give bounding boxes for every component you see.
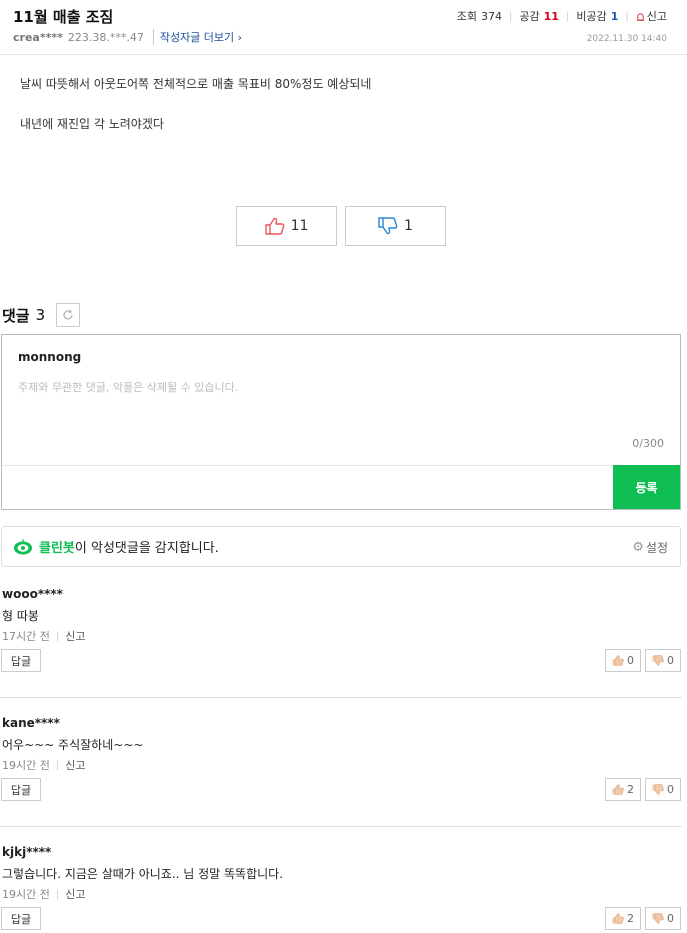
comment-input[interactable]: 주제와 무관한 댓글, 악플은 삭제될 수 있습니다. [18,379,238,395]
upvote-count: 11 [290,218,309,234]
post-header: 11월 매출 조짐 조회 374 | 공감 11 | 비공감 1 | 신고 cr… [0,0,687,55]
comment-write-box[interactable]: monnong 주제와 무관한 댓글, 악플은 삭제될 수 있습니다. 0/30… [1,334,681,510]
report-button[interactable]: 신고 [636,8,667,24]
comment-downvote-button[interactable]: 0 [645,778,681,801]
comment-upvote-count: 2 [627,912,634,925]
thumb-down-icon [652,655,664,666]
comment-nick: kane**** [2,716,60,730]
thumb-down-icon [652,784,664,795]
comment-time: 17시간 전 [2,630,50,643]
dislikes-label: 비공감 [576,10,607,23]
thumb-up-icon [264,217,284,235]
report-label: 신고 [646,10,667,23]
comment-downvote-count: 0 [667,912,674,925]
upvote-button[interactable]: 11 [236,206,337,246]
comment-text: 어우~~~ 주식잘하네~~~ [2,738,144,752]
settings-button[interactable]: ⚙ 설정 [632,539,668,556]
comment-downvote-button[interactable]: 0 [645,907,681,930]
comment-nick: wooo**** [2,587,63,601]
comment-upvote-button[interactable]: 2 [605,907,641,930]
comment-downvote-count: 0 [667,783,674,796]
comment-label: 댓글 [2,306,30,325]
reply-button[interactable]: 답글 [1,907,41,930]
comment-nick: kjkj**** [2,845,52,859]
likes-label: 공감 [519,10,540,23]
comment-upvote-button[interactable]: 0 [605,649,641,672]
settings-label: 설정 [645,541,668,555]
thumb-up-icon [612,913,624,924]
comment-meta: 17시간 전 | 신고 [2,628,86,644]
comment-downvote-button[interactable]: 0 [645,649,681,672]
siren-icon [636,12,644,21]
thumb-up-icon [612,655,624,666]
downvote-button[interactable]: 1 [345,206,446,246]
post-author: crea**** 223.38.***.47 작성자글 더보기 › [13,29,242,45]
cleanbot-desc: 이 악성댓글을 감지합니다. [74,541,219,556]
refresh-button[interactable] [56,303,81,327]
author-ip: 223.38.***.47 [67,30,144,44]
cleanbot-icon [14,539,32,554]
cleanbot-banner: 클린봇 이 악성댓글을 감지합니다. ⚙ 설정 [1,526,681,567]
author-nick: crea**** [13,30,63,44]
thumb-up-icon [612,784,624,795]
refresh-icon [63,309,73,320]
submit-button[interactable]: 등록 [613,465,680,509]
post-body: 날씨 따뜻해서 아웃도어쪽 전체적으로 매출 목표비 80%정도 예상되네 내년… [20,77,371,157]
comment-upvote-count: 2 [627,783,634,796]
post-body-line: 날씨 따뜻해서 아웃도어쪽 전체적으로 매출 목표비 80%정도 예상되네 [20,77,372,91]
comment-time: 19시간 전 [2,888,50,901]
comment-time: 19시간 전 [2,759,50,772]
comment-count: 3 [35,306,46,324]
comment-header: 댓글 3 [2,303,81,327]
post-stats: 조회 374 | 공감 11 | 비공감 1 | 신고 [456,8,667,24]
post-body-line: 내년에 재진입 각 노려야겠다 [20,117,164,131]
dislikes-count: 1 [610,9,619,23]
gear-icon: ⚙ [632,540,644,555]
comment-writer: monnong [18,350,82,364]
thumb-down-icon [652,913,664,924]
post-date: 2022.11.30 14:40 [586,34,667,44]
comment-meta: 19시간 전 | 신고 [2,757,86,773]
comment-report[interactable]: 신고 [65,628,85,644]
thumb-down-icon [378,217,398,235]
cleanbot-name: 클린봇 [39,541,75,556]
views-label: 조회 [456,10,478,23]
comment-text: 그렇습니다. 지금은 살때가 아니죠.. 님 정말 똑똑합니다. [2,867,284,881]
post-title: 11월 매출 조짐 [13,8,114,26]
char-counter: 0/300 [632,437,664,450]
comment-report[interactable]: 신고 [65,757,85,773]
comment-downvote-count: 0 [667,654,674,667]
downvote-count: 1 [404,218,413,234]
comment-upvote-button[interactable]: 2 [605,778,641,801]
comment-report[interactable]: 신고 [65,886,85,902]
comment-text: 형 따봉 [2,609,39,623]
comment-upvote-count: 0 [627,654,634,667]
reply-button[interactable]: 답글 [1,649,41,672]
comment-meta: 19시간 전 | 신고 [2,886,86,902]
more-posts-link[interactable]: 작성자글 더보기 › [152,29,242,45]
reply-button[interactable]: 답글 [1,778,41,801]
likes-count: 11 [543,9,559,23]
views-count: 374 [481,9,503,23]
